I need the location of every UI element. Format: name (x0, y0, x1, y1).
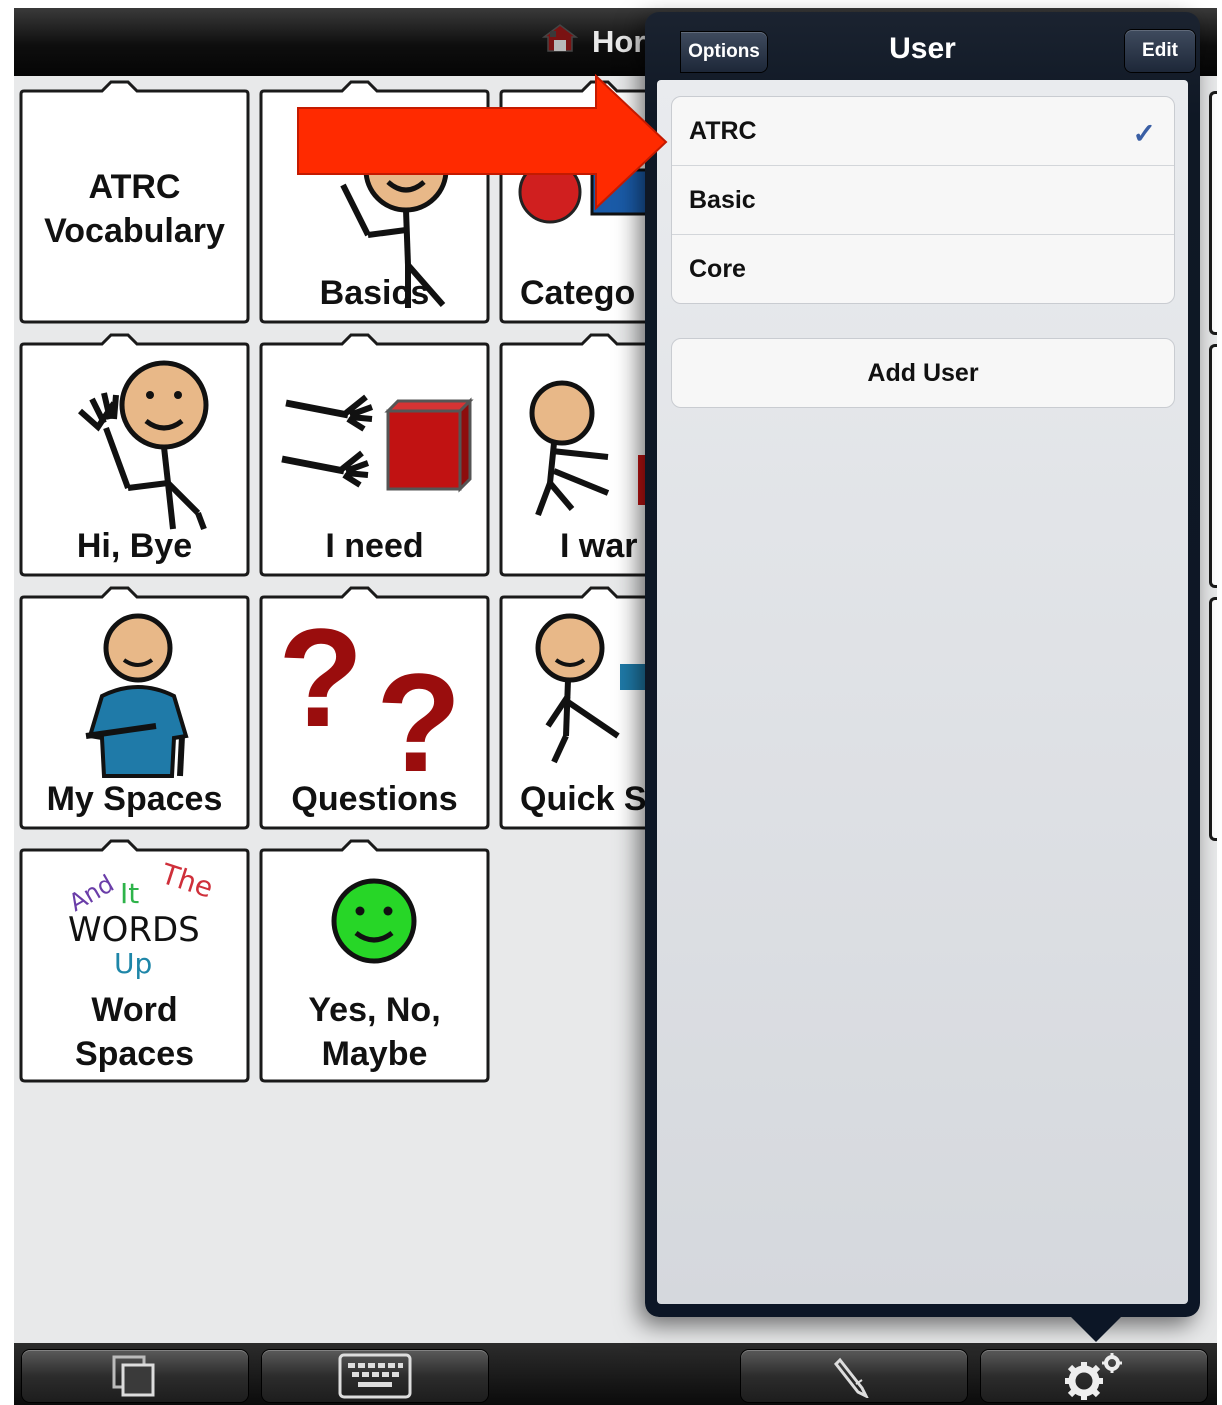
word-up: Up (114, 947, 152, 980)
settings-button[interactable] (981, 1350, 1207, 1402)
folder-my-spaces[interactable]: My Spaces (18, 586, 251, 831)
user-name: ATRC (689, 116, 757, 145)
folder-atrc-vocabulary[interactable]: ATRC Vocabulary (18, 80, 251, 325)
folder-label: Catego (520, 274, 636, 312)
keyboard-button[interactable] (262, 1350, 488, 1402)
house-icon (541, 23, 579, 61)
word-words: WORDS (68, 910, 200, 950)
folder-hi-bye[interactable]: Hi, Bye (18, 333, 251, 578)
folder-label: I need (325, 527, 424, 565)
folder-label: Word Spaces (74, 991, 195, 1073)
folder-i-want[interactable]: I war (498, 333, 648, 578)
word-it: It (120, 877, 139, 910)
folder-yes-no-maybe[interactable]: Yes, No, Maybe (258, 839, 491, 1084)
folder-questions[interactable]: ? ? Questions (258, 586, 491, 831)
folder-edge (1209, 344, 1217, 588)
pages-button[interactable] (22, 1350, 248, 1402)
popover-title: User (889, 32, 956, 65)
red-arrow-annotation (297, 74, 668, 211)
home-title-text: Hor (592, 24, 646, 59)
edit-pencil-button[interactable] (741, 1350, 967, 1402)
gear-icon (1065, 1353, 1122, 1400)
checkmark-icon: ✓ (1132, 118, 1156, 149)
user-list: ATRC ✓ Basic Core (671, 96, 1175, 304)
popover-content: ATRC ✓ Basic Core Add User (657, 80, 1188, 1304)
folder-edge (1209, 91, 1217, 335)
folder-label: Hi, Bye (76, 527, 193, 565)
word-the: The (156, 857, 217, 905)
user-name: Basic (689, 185, 756, 214)
popover-pointer (1068, 1314, 1124, 1342)
pencil-icon (834, 1357, 869, 1398)
svg-text:?: ? (278, 599, 364, 756)
popover-header: Options User Edit (655, 18, 1195, 78)
user-row-atrc[interactable]: ATRC ✓ (672, 97, 1174, 166)
folder-i-need[interactable]: I need (258, 333, 491, 578)
edit-button[interactable]: Edit (1125, 30, 1195, 72)
folder-label: ATRC Vocabulary (44, 168, 225, 250)
user-name: Core (689, 254, 746, 283)
home-title[interactable]: Hor (541, 22, 646, 62)
bottom-toolbar (14, 1343, 1217, 1405)
folder-label: Yes, No, Maybe (308, 991, 441, 1073)
user-popover: Options User Edit ATRC ✓ Basic Core Add … (645, 12, 1200, 1317)
folder-label: I war (560, 527, 638, 565)
folder-word-spaces[interactable]: And It The WORDS Up Word Spaces (18, 839, 251, 1084)
pages-icon (112, 1355, 155, 1397)
folder-label: Basics (319, 274, 430, 312)
folder-label: Questions (291, 780, 458, 818)
folder-quick-s[interactable]: Quick S (498, 586, 648, 831)
folder-edge (1209, 597, 1217, 841)
keyboard-icon (338, 1353, 412, 1399)
folder-label: My Spaces (46, 780, 223, 818)
add-user-button[interactable]: Add User (671, 338, 1175, 408)
folder-label: Quick S (520, 780, 647, 818)
user-row-core[interactable]: Core (672, 235, 1174, 303)
user-row-basic[interactable]: Basic (672, 166, 1174, 235)
